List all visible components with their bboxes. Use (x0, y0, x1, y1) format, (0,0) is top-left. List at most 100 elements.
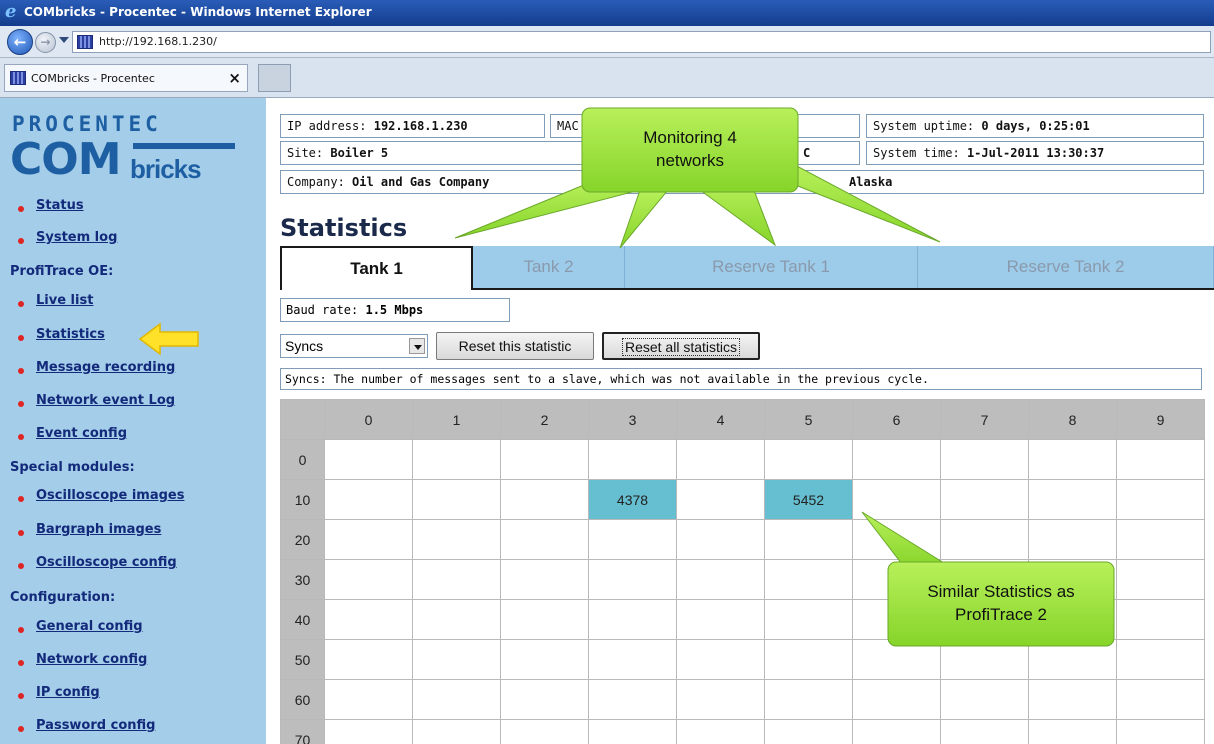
grid-cell[interactable] (1116, 439, 1205, 480)
grid-cell[interactable] (1116, 479, 1205, 520)
grid-cell[interactable]: 4378 (588, 479, 677, 520)
grid-cell[interactable] (1028, 679, 1117, 720)
grid-cell[interactable] (500, 479, 589, 520)
grid-cell[interactable] (940, 439, 1029, 480)
grid-cell[interactable] (764, 519, 853, 560)
grid-cell[interactable] (412, 479, 501, 520)
grid-cell[interactable] (1028, 439, 1117, 480)
sidebar-item-message-recording[interactable]: Message recording (36, 360, 175, 375)
grid-cell[interactable] (1028, 639, 1117, 680)
grid-cell[interactable] (852, 439, 941, 480)
grid-cell[interactable] (1116, 519, 1205, 560)
grid-cell[interactable] (588, 719, 677, 744)
grid-cell[interactable] (324, 559, 413, 600)
url-text[interactable]: http://192.168.1.230/ (99, 35, 217, 48)
grid-cell[interactable] (324, 639, 413, 680)
grid-cell[interactable] (1116, 599, 1205, 640)
grid-cell[interactable] (324, 439, 413, 480)
grid-cell[interactable] (588, 519, 677, 560)
grid-cell[interactable] (764, 559, 853, 600)
grid-cell[interactable] (500, 679, 589, 720)
forward-button[interactable]: → (35, 32, 56, 53)
grid-cell[interactable] (676, 519, 765, 560)
grid-cell[interactable] (412, 599, 501, 640)
tab-close-icon[interactable]: × (228, 69, 241, 87)
sidebar-item-event-config[interactable]: Event config (36, 426, 127, 441)
grid-cell[interactable] (676, 639, 765, 680)
grid-cell[interactable] (500, 439, 589, 480)
sidebar-item-statistics[interactable]: Statistics (36, 327, 105, 342)
sidebar-item-network-config[interactable]: Network config (36, 652, 147, 667)
grid-cell[interactable] (412, 679, 501, 720)
grid-cell[interactable] (500, 639, 589, 680)
grid-cell[interactable] (412, 519, 501, 560)
grid-cell[interactable] (588, 599, 677, 640)
grid-cell[interactable] (852, 679, 941, 720)
grid-cell[interactable] (588, 639, 677, 680)
grid-cell[interactable] (852, 639, 941, 680)
grid-cell[interactable] (324, 519, 413, 560)
grid-cell[interactable] (940, 519, 1029, 560)
grid-cell[interactable] (412, 719, 501, 744)
sidebar-item-general-config[interactable]: General config (36, 619, 143, 634)
grid-cell[interactable] (676, 719, 765, 744)
grid-cell[interactable] (412, 559, 501, 600)
sidebar-item-ip-config[interactable]: IP config (36, 685, 100, 700)
grid-cell[interactable] (588, 559, 677, 600)
back-button[interactable]: ← (7, 29, 33, 55)
grid-cell[interactable] (940, 719, 1029, 744)
browser-tab[interactable]: COMbricks - Procentec × (4, 64, 248, 92)
grid-cell[interactable] (852, 719, 941, 744)
grid-cell[interactable] (852, 479, 941, 520)
grid-cell[interactable] (1028, 519, 1117, 560)
grid-cell[interactable] (1116, 639, 1205, 680)
url-input[interactable]: http://192.168.1.230/ (72, 31, 1211, 53)
grid-cell[interactable] (1116, 559, 1205, 600)
grid-cell[interactable] (324, 679, 413, 720)
grid-cell[interactable]: 5452 (764, 479, 853, 520)
grid-cell[interactable] (940, 639, 1029, 680)
grid-cell[interactable] (676, 599, 765, 640)
chevron-down-icon[interactable] (409, 338, 425, 354)
grid-cell[interactable] (676, 559, 765, 600)
grid-cell[interactable] (676, 439, 765, 480)
grid-cell[interactable] (1028, 719, 1117, 744)
sidebar-item-bargraph-images[interactable]: Bargraph images (36, 522, 161, 537)
statistic-select[interactable]: Syncs (280, 334, 428, 358)
new-tab-button[interactable] (258, 64, 291, 92)
grid-cell[interactable] (324, 599, 413, 640)
grid-cell[interactable] (1028, 479, 1117, 520)
sidebar-item-network-event-log[interactable]: Network event Log (36, 393, 175, 408)
sidebar-item-system-log[interactable]: System log (36, 230, 117, 245)
sidebar-item-password-config[interactable]: Password config (36, 718, 155, 733)
tab-reserve-tank-1[interactable]: Reserve Tank 1 (625, 246, 918, 288)
grid-cell[interactable] (1116, 719, 1205, 744)
grid-cell[interactable] (1116, 679, 1205, 720)
grid-cell[interactable] (940, 479, 1029, 520)
grid-cell[interactable] (940, 679, 1029, 720)
history-dropdown-icon[interactable] (59, 37, 69, 43)
grid-cell[interactable] (764, 679, 853, 720)
grid-cell[interactable] (764, 599, 853, 640)
grid-cell[interactable] (588, 439, 677, 480)
grid-cell[interactable] (500, 519, 589, 560)
tab-reserve-tank-2[interactable]: Reserve Tank 2 (918, 246, 1214, 288)
grid-cell[interactable] (676, 479, 765, 520)
grid-cell[interactable] (412, 439, 501, 480)
tab-tank-2[interactable]: Tank 2 (473, 246, 625, 288)
grid-cell[interactable] (764, 439, 853, 480)
grid-cell[interactable] (324, 719, 413, 744)
tab-tank-1[interactable]: Tank 1 (280, 246, 473, 290)
sidebar-item-status[interactable]: Status (36, 198, 84, 213)
grid-cell[interactable] (588, 679, 677, 720)
grid-cell[interactable] (500, 599, 589, 640)
sidebar-item-live-list[interactable]: Live list (36, 293, 93, 308)
grid-cell[interactable] (324, 479, 413, 520)
grid-cell[interactable] (676, 679, 765, 720)
grid-cell[interactable] (500, 719, 589, 744)
grid-cell[interactable] (500, 559, 589, 600)
grid-cell[interactable] (764, 639, 853, 680)
grid-cell[interactable] (764, 719, 853, 744)
grid-cell[interactable] (412, 639, 501, 680)
sidebar-item-oscilloscope-images[interactable]: Oscilloscope images (36, 488, 184, 503)
